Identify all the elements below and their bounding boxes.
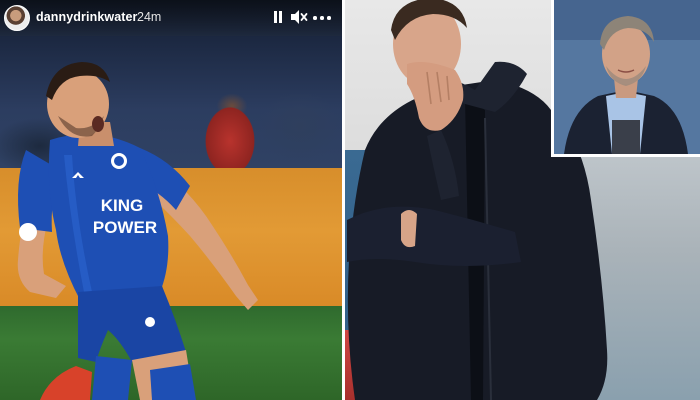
story-timestamp: 24m (137, 10, 162, 24)
shirt-sponsor-line-1: KING (101, 196, 144, 215)
speaker-muted-icon[interactable] (290, 9, 308, 25)
story-username[interactable]: dannydrinkwater (36, 10, 138, 24)
celebrating-player-photo: KING POWER (17, 62, 258, 400)
pause-icon[interactable] (272, 9, 284, 25)
ellipsis-icon[interactable] (312, 9, 332, 25)
owner-inset-photo (551, 0, 700, 157)
shirt-sponsor-line-2: POWER (93, 218, 157, 237)
avatar[interactable] (4, 5, 30, 31)
story-header: dannydrinkwater 24m (0, 0, 342, 36)
smiling-man-photo (554, 0, 700, 154)
league-badge-icon (19, 223, 37, 241)
shorts-crest-icon (145, 317, 155, 327)
instagram-story-panel: KING POWER dannydrinkwater 24m (0, 0, 342, 400)
